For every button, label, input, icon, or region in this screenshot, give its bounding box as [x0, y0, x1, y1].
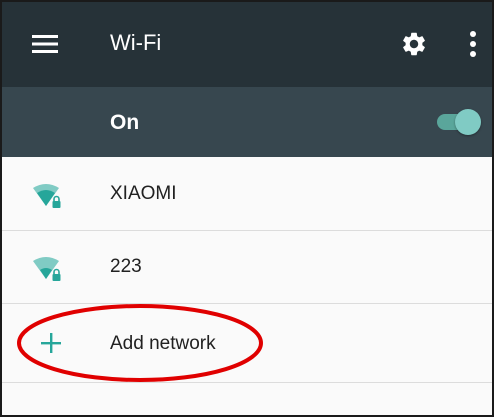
wifi-settings-screen: Wi-Fi On XIAOMI 223 Add network — [0, 0, 494, 417]
network-ssid: 223 — [110, 256, 142, 277]
add-network-label: Add network — [110, 333, 216, 354]
add-network-item[interactable]: Add network — [2, 304, 492, 383]
menu-icon[interactable] — [32, 34, 58, 54]
wifi-lock-icon — [33, 184, 61, 208]
gear-icon[interactable] — [400, 30, 428, 58]
wifi-state-label: On — [110, 111, 140, 134]
plus-icon — [41, 333, 61, 353]
network-ssid: XIAOMI — [110, 183, 177, 204]
page-title: Wi-Fi — [110, 30, 162, 55]
network-item[interactable]: 223 — [2, 231, 492, 304]
wifi-lock-icon — [33, 257, 61, 281]
app-bar: Wi-Fi — [2, 2, 492, 87]
wifi-toggle[interactable] — [435, 107, 485, 137]
more-vertical-icon[interactable] — [468, 30, 478, 58]
toggle-thumb — [455, 109, 481, 135]
network-item[interactable]: XIAOMI — [2, 158, 492, 231]
wifi-master-switch-bar[interactable]: On — [2, 87, 492, 157]
